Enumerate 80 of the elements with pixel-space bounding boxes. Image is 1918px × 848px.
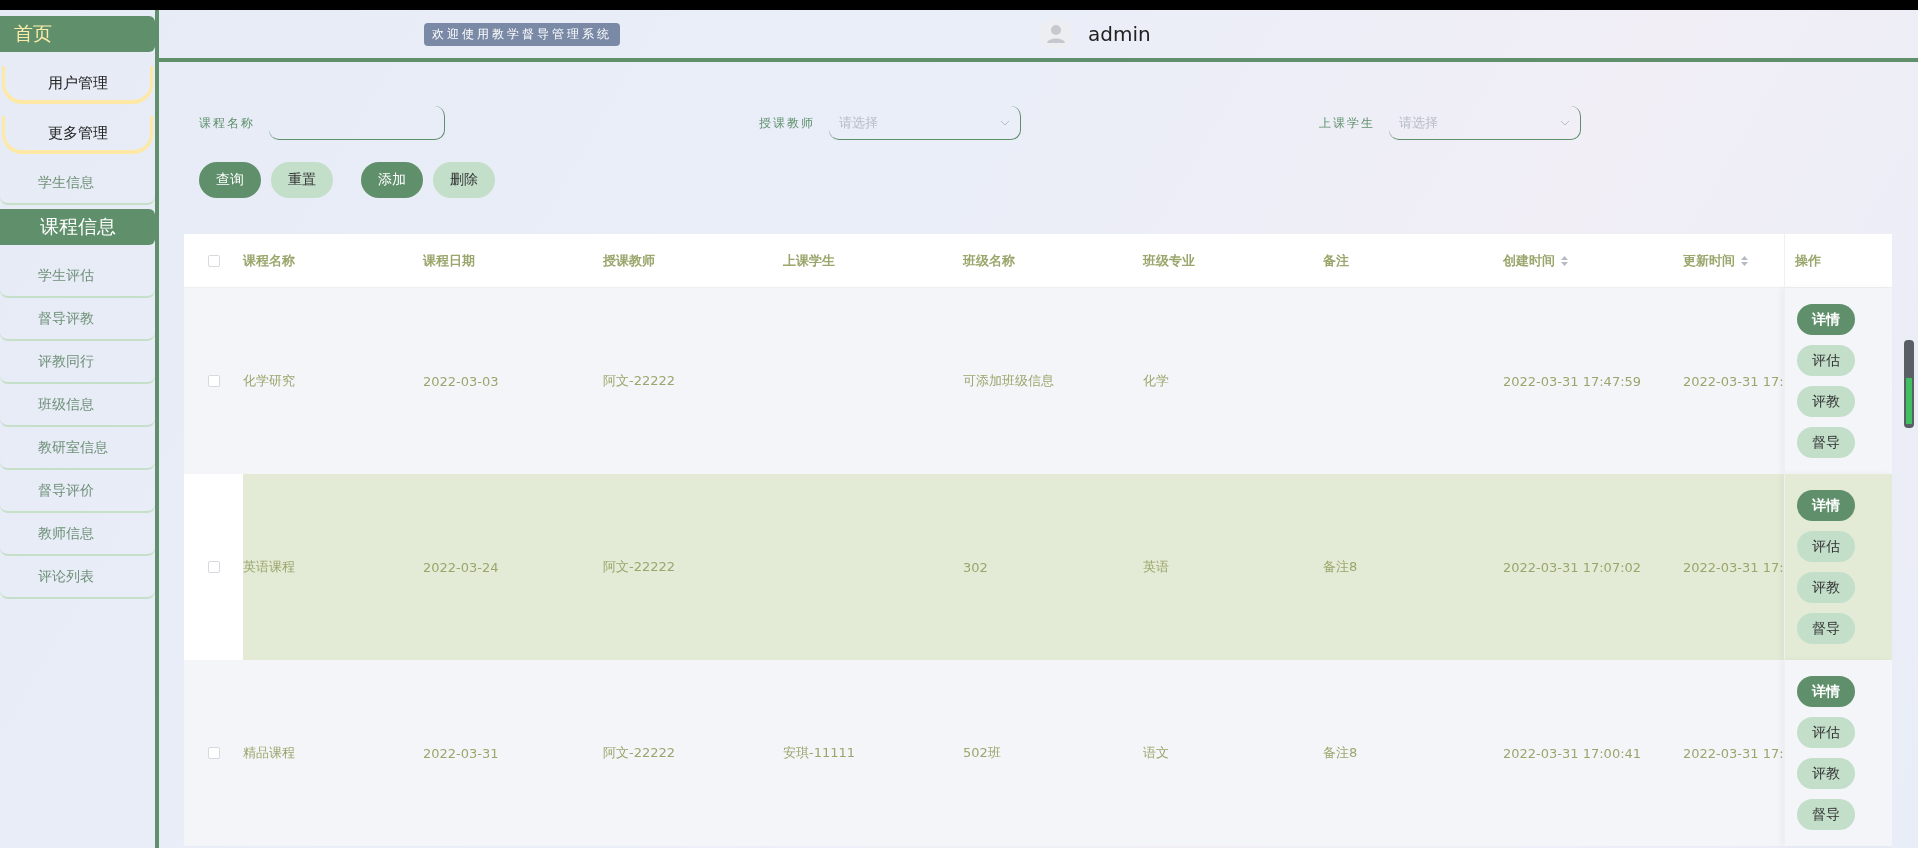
sidebar-item[interactable]: 教研室信息: [0, 427, 155, 470]
column-header: 课程名称: [243, 251, 296, 270]
table-cell-text: 2022-03-31 17:00:41: [1503, 744, 1643, 763]
row-action-button[interactable]: 详情: [1797, 304, 1855, 335]
row-action-button[interactable]: 评估: [1797, 531, 1855, 562]
row-action-button[interactable]: 评教: [1797, 758, 1855, 789]
username[interactable]: admin: [1088, 22, 1151, 46]
row-action-button[interactable]: 评教: [1797, 572, 1855, 603]
table-cell-text: 备注8: [1323, 558, 1359, 576]
scrollbar-icon[interactable]: [1904, 340, 1914, 428]
table-cell-text: 阿文-22222: [603, 744, 677, 762]
table-cell-text: 2022-03-31 17:: [1683, 372, 1784, 391]
column-header: 班级名称: [963, 251, 1016, 270]
filter-label: 上课学生: [1319, 114, 1375, 132]
sidebar-heading[interactable]: 课程信息: [0, 209, 155, 245]
row-action-button[interactable]: 评估: [1797, 717, 1855, 748]
action-button[interactable]: 查询: [199, 162, 261, 198]
table-cell-text: 安琪-11111: [783, 744, 857, 762]
sidebar-item[interactable]: 评论列表: [0, 556, 155, 599]
chevron-down-icon[interactable]: [1000, 119, 1010, 126]
sort-icon[interactable]: [1741, 255, 1748, 266]
table-cell-text: 精品课程: [243, 744, 296, 762]
column-header: 授课教师: [603, 251, 656, 270]
sidebar-item[interactable]: 教师信息: [0, 513, 155, 556]
avatar-icon[interactable]: [1040, 18, 1072, 50]
column-header[interactable]: 更新时间: [1683, 251, 1784, 270]
row-action-button[interactable]: 评教: [1797, 386, 1855, 417]
sidebar-menu[interactable]: 更多管理: [2, 116, 153, 154]
column-header: 操作: [1784, 234, 1892, 287]
checkbox[interactable]: [207, 747, 220, 759]
column-header: 班级专业: [1143, 251, 1196, 270]
filter-label: 课程名称: [199, 114, 255, 132]
sidebar-heading[interactable]: 首页: [0, 16, 155, 52]
row-action-button[interactable]: 督导: [1797, 613, 1855, 644]
table-row[interactable]: 精品课程 2022-03-31 阿文-22222 安琪-11111 502班 语文 备注8 2022-03-31 17:00:41 2022-03-31 17: 详情 评估 评教 督导: [184, 660, 1892, 846]
sidebar-item[interactable]: 班级信息: [0, 384, 155, 427]
table-cell-text: 化学研究: [243, 372, 296, 390]
action-button[interactable]: 删除: [433, 162, 495, 198]
sidebar-item[interactable]: 学生信息: [0, 162, 155, 205]
action-button[interactable]: 重置: [271, 162, 333, 198]
chevron-down-icon[interactable]: [1560, 119, 1570, 126]
sort-icon[interactable]: [1561, 255, 1568, 266]
column-header[interactable]: 创建时间: [1503, 251, 1683, 270]
row-action-button[interactable]: 详情: [1797, 676, 1855, 707]
table-cell-text: 2022-03-31 17:47:59: [1503, 372, 1643, 391]
table-cell-text: 2022-03-24: [423, 558, 500, 577]
table-row[interactable]: 化学研究 2022-03-03 阿文-22222 可添加班级信息 化学 2022-03-31 17:47:59 2022-03-31 17: 详情 评估 评教 督导: [184, 288, 1892, 474]
table-cell-text: 2022-03-03: [423, 372, 500, 391]
checkbox[interactable]: [207, 375, 220, 387]
table-cell-text: 2022-03-31: [423, 744, 500, 763]
table-cell-text: 2022-03-31 17:: [1683, 558, 1784, 577]
table-cell-text: 备注8: [1323, 744, 1359, 762]
sidebar-item[interactable]: 评教同行: [0, 341, 155, 384]
welcome-title: 欢迎使用教学督导管理系统: [424, 22, 620, 46]
row-action-button[interactable]: 督导: [1797, 427, 1855, 458]
sidebar-menu[interactable]: 用户管理: [2, 66, 153, 104]
table-cell-text: 化学: [1143, 372, 1170, 390]
table-cell-text: 阿文-22222: [603, 558, 677, 576]
table-cell-text: 2022-03-31 17:07:02: [1503, 558, 1643, 577]
table-cell-text: 可添加班级信息: [963, 372, 1055, 390]
column-header: 备注: [1323, 251, 1350, 270]
action-button[interactable]: 添加: [361, 162, 423, 198]
table-cell-text: 阿文-22222: [603, 372, 677, 390]
table-cell-text: 2022-03-31 17:: [1683, 744, 1784, 763]
sidebar-item[interactable]: 督导评价: [0, 470, 155, 513]
checkbox[interactable]: [207, 254, 220, 267]
table-cell-text: 语文: [1143, 744, 1170, 762]
column-header: 课程日期: [423, 251, 476, 270]
checkbox[interactable]: [207, 561, 220, 573]
sidebar-item[interactable]: 督导评教: [0, 298, 155, 341]
row-action-button[interactable]: 评估: [1797, 345, 1855, 376]
table-cell-text: 英语: [1143, 558, 1170, 576]
table-cell-text: 302: [963, 558, 989, 577]
table-cell-text: 502班: [963, 744, 1002, 762]
table-cell-text: 英语课程: [243, 558, 296, 576]
sidebar-item[interactable]: 学生评估: [0, 255, 155, 298]
row-action-button[interactable]: 督导: [1797, 799, 1855, 830]
column-header: 上课学生: [783, 251, 836, 270]
filter-label: 授课教师: [759, 114, 815, 132]
row-action-button[interactable]: 详情: [1797, 490, 1855, 521]
